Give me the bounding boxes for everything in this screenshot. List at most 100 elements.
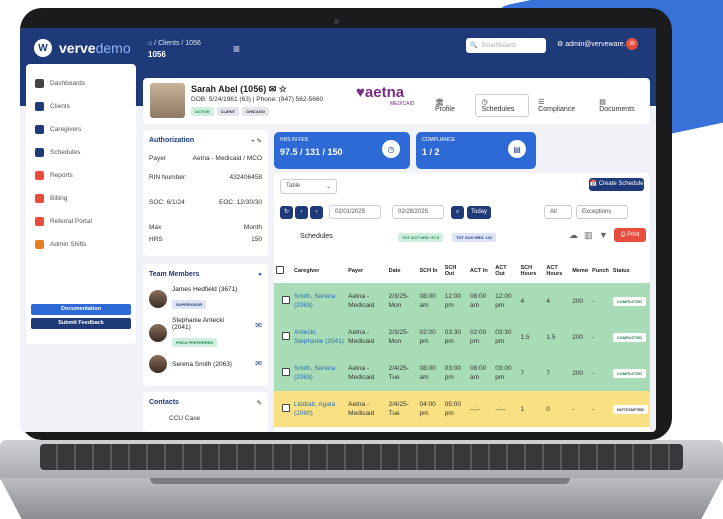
column-header[interactable]: Punch: [590, 258, 611, 283]
column-header[interactable]: Status: [611, 258, 650, 283]
info-icon[interactable]: ●: [258, 271, 262, 278]
sidebar-item-dashboards[interactable]: Dashboards: [26, 72, 136, 95]
notification-bell-icon[interactable]: 99: [626, 38, 638, 50]
tab-compliance[interactable]: ☰ Compliance: [531, 94, 590, 117]
tab-schedules[interactable]: ◷ Schedules: [474, 94, 530, 117]
status-badge: ACTIVE: [191, 107, 214, 116]
date-to-input[interactable]: 02/28/2025: [392, 205, 444, 219]
cell-text: -: [592, 297, 595, 305]
prev-icon[interactable]: ‹: [295, 206, 308, 219]
cell-text: 08:00 am: [470, 293, 487, 309]
app-logo[interactable]: W vervedemo: [34, 39, 131, 57]
contact-item[interactable]: CCU Case: [169, 415, 262, 422]
select-all-checkbox[interactable]: [276, 265, 284, 274]
next-icon[interactable]: ›: [310, 206, 323, 219]
table-cell: -: [570, 391, 591, 427]
sidebar-item-clients[interactable]: Clients: [26, 95, 136, 118]
cell-text: 03:00 pm: [444, 365, 462, 381]
star-icon[interactable]: ☆: [279, 84, 287, 94]
user-menu[interactable]: ⚙ admin@verveware.co: [557, 40, 633, 48]
filter-icon[interactable]: ▼: [599, 230, 608, 240]
sidebar-item-admin-shifts[interactable]: Admin Shifts: [26, 233, 136, 256]
row-checkbox[interactable]: [282, 331, 290, 340]
hamburger-menu-icon[interactable]: ≡: [233, 42, 240, 56]
cell-text: 2/3/25- Mon: [388, 293, 409, 309]
print-button[interactable]: ⎙ Print: [614, 228, 646, 242]
table-row[interactable]: Smith, Serena (2063) Aetna - Medicaid 2/4/…: [274, 355, 650, 391]
column-header[interactable]: Caregiver: [292, 258, 346, 283]
keyboard: [40, 444, 683, 470]
schedules-heading: Schedules: [300, 233, 333, 240]
search-input[interactable]: 🔍 SmartSearch: [466, 38, 546, 53]
column-header[interactable]: SCH Out: [443, 258, 468, 283]
table-cell: 03:30 pm: [442, 319, 468, 355]
member-name: Serena Smith (2063): [172, 360, 232, 368]
table-cell: 12:00 pm: [493, 283, 519, 319]
caregiver-link[interactable]: Liddiatt, Agata (2060): [294, 401, 335, 417]
team-member[interactable]: Stephanie Antecki (2041) FMCA PREFERRED ✉: [149, 317, 262, 349]
view-select[interactable]: Table ⌄: [280, 179, 337, 194]
columns-icon[interactable]: ▥: [584, 230, 593, 241]
user-email: admin@verveware.co: [565, 41, 634, 48]
column-header[interactable]: SCH Hours: [519, 258, 545, 283]
compliance-stat-label: COMPLIANCE: [422, 137, 456, 143]
filter-exceptions-button[interactable]: Exceptions: [576, 205, 628, 219]
table-cell: -: [590, 319, 611, 355]
team-member[interactable]: James Hedfield (3671) SUPERVISOR: [149, 286, 262, 311]
documentation-button[interactable]: Documentation: [31, 304, 131, 315]
caregiver-link[interactable]: Smith, Serena (2063): [294, 365, 335, 381]
table-cell: 2/4/25- Tue: [386, 355, 418, 391]
tab-profile[interactable]: 🏛 Profile: [428, 94, 473, 117]
mail-icon[interactable]: ✉: [269, 84, 277, 94]
table-cell: COMPLETED: [610, 355, 650, 391]
table-cell: --:--: [493, 391, 519, 427]
client-name: Sarah Abel (1056): [191, 84, 267, 94]
table-row[interactable]: Liddiatt, Agata (2060) Aetna - Medicaid 2/…: [274, 391, 650, 427]
column-header[interactable]: ACT Hours: [544, 258, 570, 283]
notification-count: 99: [629, 41, 635, 47]
hrs-value: 150: [251, 236, 262, 243]
breadcrumb[interactable]: ⌂ / Clients / 1056: [148, 40, 201, 47]
cell-text: 2/3/25- Mon: [388, 329, 409, 345]
column-header[interactable]: ACT Out: [493, 258, 518, 283]
row-checkbox[interactable]: [282, 403, 290, 412]
column-header[interactable]: ACT In: [468, 258, 493, 283]
cloud-icon[interactable]: ☁: [569, 230, 578, 241]
table-row[interactable]: Smith, Serena (2063) Aetna - Medicaid 2/3/…: [274, 283, 650, 319]
submit-feedback-button[interactable]: Submit Feedback: [31, 318, 131, 329]
clock-icon: ◷: [382, 140, 400, 158]
sidebar-icon: [35, 148, 44, 157]
sidebar-item-referral-portal[interactable]: Referral Portal: [26, 210, 136, 233]
table-cell: COMPLETED: [610, 283, 650, 319]
column-header[interactable]: Memo: [570, 258, 590, 283]
team-member[interactable]: Serena Smith (2063) ✉: [149, 355, 262, 373]
edit-icon[interactable]: ✎: [257, 399, 262, 407]
column-header[interactable]: SCH In: [418, 258, 443, 283]
search-button-icon[interactable]: ⌕: [451, 206, 464, 219]
sidebar-item-schedules[interactable]: Schedules: [26, 141, 136, 164]
rin-label: RIN Number:: [149, 174, 187, 181]
mail-icon[interactable]: ✉: [255, 359, 262, 368]
sidebar-item-caregivers[interactable]: Caregivers: [26, 118, 136, 141]
refresh-icon[interactable]: ↻: [280, 206, 293, 219]
add-edit-icons[interactable]: + ✎: [251, 137, 262, 145]
row-checkbox[interactable]: [282, 367, 290, 376]
cell-text: 03:30 pm: [444, 329, 462, 345]
sidebar-item-billing[interactable]: Billing: [26, 187, 136, 210]
tab-documents[interactable]: ▤ Documents: [592, 94, 650, 117]
column-header[interactable]: Date: [387, 258, 418, 283]
filter-all-button[interactable]: All: [544, 205, 572, 219]
cell-text: 200: [572, 333, 584, 341]
cell-text: --:--: [470, 405, 481, 413]
date-from-input[interactable]: 02/01/2025: [329, 205, 381, 219]
create-schedule-button[interactable]: 📅 Create Schedule: [589, 178, 644, 191]
caregiver-link[interactable]: Smith, Serena (2063): [294, 293, 335, 309]
mail-icon[interactable]: ✉: [255, 321, 262, 330]
column-header[interactable]: Payer: [346, 258, 386, 283]
table-row[interactable]: Antecki, Stephanie (2041) Aetna - Medicai…: [274, 319, 650, 355]
row-checkbox[interactable]: [282, 295, 290, 304]
today-button[interactable]: Today: [467, 206, 491, 219]
table-cell: NOTSTARTED: [610, 391, 650, 427]
caregiver-link[interactable]: Antecki, Stephanie (2041): [294, 329, 344, 345]
sidebar-item-reports[interactable]: Reports: [26, 164, 136, 187]
